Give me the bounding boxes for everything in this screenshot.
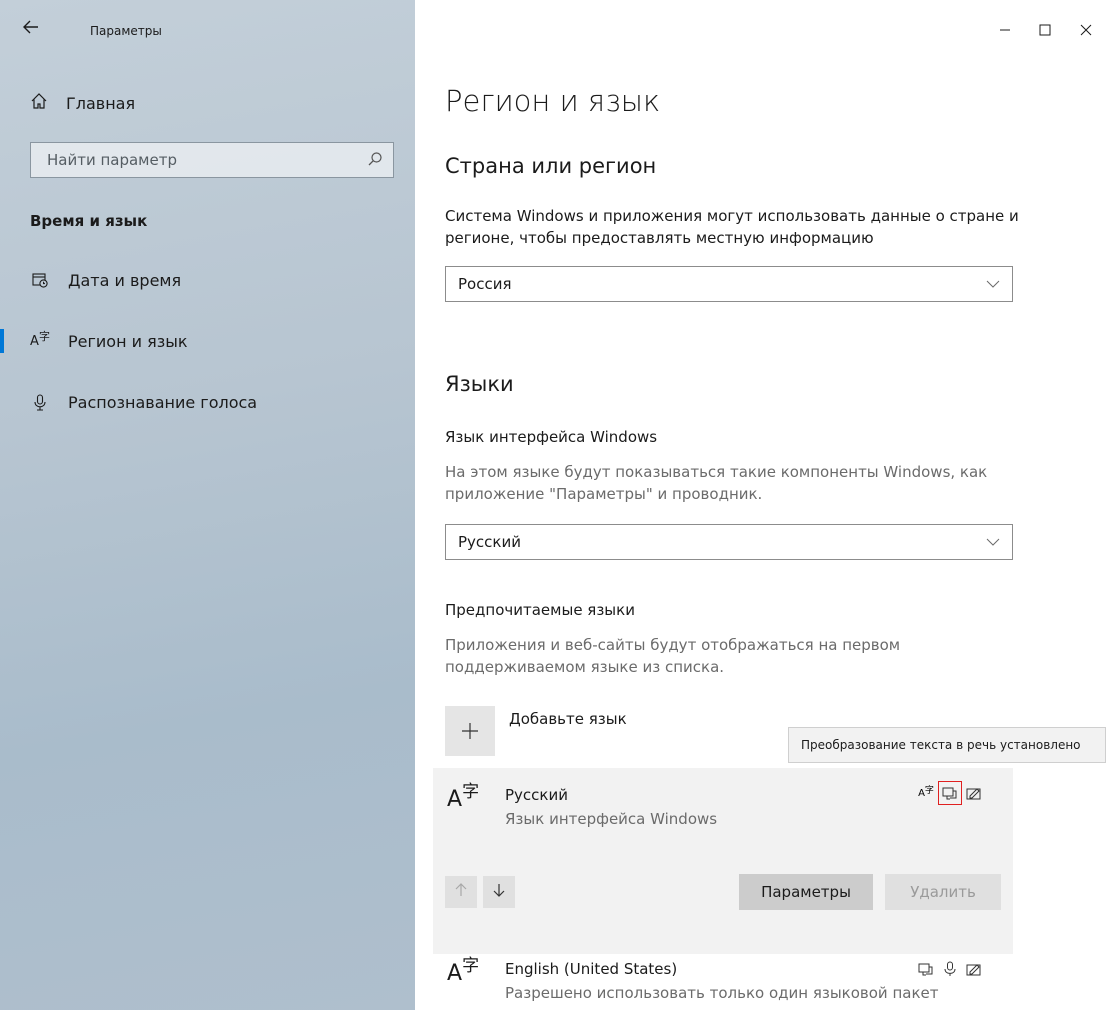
nav-home[interactable]: Главная [30,92,135,114]
text-to-speech-icon [917,960,935,978]
plus-icon [445,706,495,756]
move-up-button[interactable] [445,876,477,908]
language-glyph-icon: A字 [447,956,480,986]
arrow-up-icon [453,882,469,902]
sidebar-item-date-time[interactable]: Дата и время [0,260,415,300]
nav-home-label: Главная [66,93,136,113]
home-icon [30,92,48,114]
maximize-icon[interactable] [1025,14,1065,46]
search-icon[interactable] [367,151,383,167]
display-language-icon: A字 [918,785,934,799]
ui-language-description: На этом языке будут показываться такие к… [445,463,988,503]
sidebar-item-label: Распознавание голоса [68,392,258,412]
country-dropdown-value: Россия [458,275,512,293]
handwriting-icon [965,960,983,978]
language-options-button[interactable]: Параметры [739,874,873,910]
language-name: Русский [505,786,568,804]
language-name: English (United States) [505,960,678,978]
app-title: Параметры [90,24,162,38]
sidebar-item-region-language[interactable]: A字 Регион и язык [0,321,415,361]
section-header: Время и язык [30,212,148,230]
language-icon: A字 [30,330,50,349]
microphone-icon [30,392,50,412]
language-features: A字 [917,781,983,805]
sidebar-item-label: Дата и время [68,270,182,290]
main-content: Регион и язык Страна или регион Система … [415,0,1106,1010]
languages-heading: Языки [445,372,514,396]
ui-language-dropdown[interactable]: Русский [445,524,1013,560]
preferred-languages-title: Предпочитаемые языки [445,601,635,619]
chevron-down-icon [986,277,1000,291]
ui-language-title: Язык интерфейса Windows [445,428,658,446]
titlebar-left: Параметры [0,0,415,60]
calendar-clock-icon [30,270,50,290]
country-dropdown[interactable]: Россия [445,266,1013,302]
language-subtitle: Разрешено использовать только один языко… [505,984,939,1002]
country-heading: Страна или регион [445,154,657,178]
language-list-item-russian[interactable]: A字 Русский Язык интерфейса Windows A字 Па… [433,768,1013,954]
search-input[interactable] [31,143,383,177]
sidebar: Параметры Главная Время и язык Дата и вр… [0,0,415,1010]
sidebar-item-speech[interactable]: Распознавание голоса [0,382,415,422]
close-icon[interactable] [1066,14,1106,46]
chevron-down-icon [986,535,1000,549]
move-down-button[interactable] [483,876,515,908]
remove-language-button[interactable]: Удалить [885,874,1001,910]
page-title: Регион и язык [445,84,661,118]
handwriting-icon [965,784,983,802]
text-to-speech-icon[interactable] [938,781,962,805]
minimize-icon[interactable] [985,14,1025,46]
back-arrow-icon[interactable] [22,18,46,42]
search-box[interactable] [30,142,394,178]
language-glyph-icon: A字 [447,782,480,812]
arrow-down-icon [491,882,507,902]
add-language-button[interactable]: Добавьте язык [445,706,627,756]
tooltip: Преобразование текста в речь установлено [788,727,1106,763]
language-subtitle: Язык интерфейса Windows [505,810,718,828]
sidebar-item-label: Регион и язык [68,331,188,351]
ui-language-dropdown-value: Русский [458,533,521,551]
microphone-icon [941,960,959,978]
add-language-label: Добавьте язык [509,710,627,728]
preferred-languages-description: Приложения и веб-сайты будут отображатьс… [445,636,901,676]
language-list-item-english[interactable]: A字 English (United States) Разрешено исп… [433,954,1013,1010]
country-description: Система Windows и приложения могут испол… [445,207,1019,247]
language-features [917,960,983,978]
